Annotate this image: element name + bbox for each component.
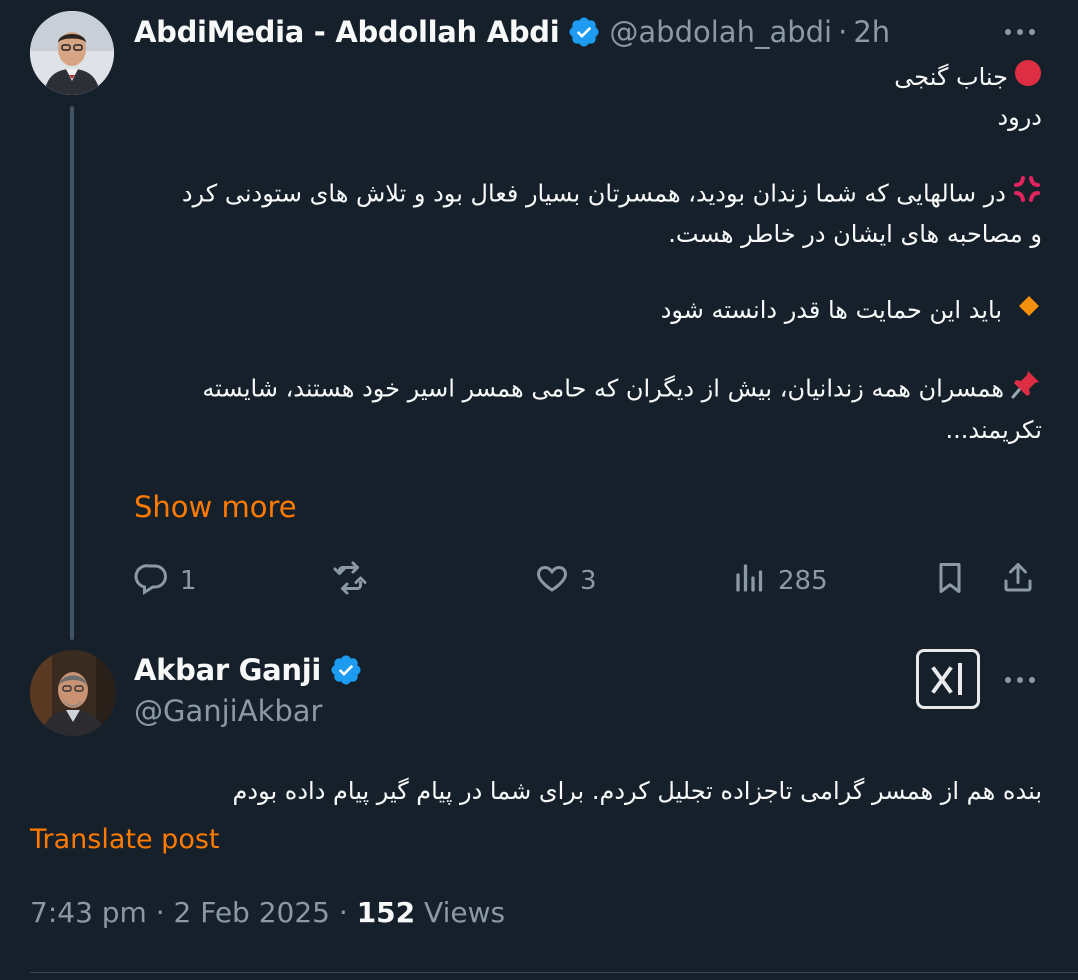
main-tweet-text: بنده هم از همسر گرامی تاجزاده تجلیل کردم… — [232, 777, 1042, 805]
post-timestamp[interactable]: 7:43 pm · 2 Feb 2025 · — [30, 896, 357, 929]
bookmark-button[interactable] — [932, 556, 968, 606]
separator-dot: · — [838, 15, 848, 49]
heart-icon — [534, 560, 570, 603]
translate-post-link[interactable]: Translate post — [30, 824, 220, 855]
views-chart-icon — [732, 560, 768, 603]
author-handle[interactable]: @abdolah_abdi — [609, 15, 832, 49]
views-button[interactable]: 285 — [732, 556, 828, 606]
post-time[interactable]: 2h — [853, 15, 890, 49]
like-button[interactable]: 3 — [534, 556, 597, 606]
author-name[interactable]: AbdiMedia - Abdollah Abdi — [134, 15, 560, 49]
repost-icon — [332, 560, 368, 603]
avatar-akbar-ganji[interactable] — [30, 650, 116, 736]
bookmark-icon — [932, 560, 968, 603]
orange-diamond-emoji-icon — [1016, 292, 1042, 330]
avatar-abdimedia[interactable] — [30, 11, 114, 95]
show-more-link[interactable]: Show more — [134, 490, 297, 524]
views-label: Views — [415, 896, 506, 929]
grok-icon[interactable] — [916, 649, 980, 709]
pushpin-emoji-icon — [1010, 368, 1042, 411]
divider — [30, 972, 1078, 973]
tweet-line: باید این حمایت ها قدر دانسته شود — [134, 291, 1042, 330]
tweet-line: تکریمند... — [945, 415, 1042, 444]
post-metadata: 7:43 pm · 2 Feb 2025 · 152 Views — [30, 896, 505, 929]
reply-count: 1 — [180, 566, 197, 596]
verified-badge-icon — [329, 653, 363, 687]
share-button[interactable] — [1000, 556, 1036, 606]
red-circle-emoji-icon — [1014, 59, 1042, 98]
share-icon — [1000, 560, 1036, 603]
anger-symbol-emoji-icon — [1012, 174, 1042, 215]
more-dots-icon[interactable] — [1000, 12, 1040, 52]
tweet-line: و مصاحبه های ایشان در خاطر هست. — [668, 219, 1042, 248]
repost-button[interactable] — [332, 556, 378, 606]
tweet-line: در سالهایی که شما زندان بودید، همسرتان ب… — [134, 174, 1042, 215]
tweet-actions-bar: 1 3 285 — [134, 556, 1044, 606]
reply-button[interactable]: 1 — [134, 556, 197, 606]
reply-icon — [134, 560, 170, 603]
parent-tweet-text: جناب گنجی درود در سالهایی که شما زندان ب… — [134, 58, 1042, 449]
parent-tweet-header: AbdiMedia - Abdollah Abdi @abdolah_abdi … — [134, 10, 890, 54]
main-tweet-header: Akbar Ganji @GanjiAkbar — [134, 650, 363, 728]
tweet-line: درود — [997, 102, 1042, 131]
tweet-line: جناب گنجی — [134, 58, 1042, 98]
more-dots-icon[interactable] — [1000, 660, 1040, 700]
verified-badge-icon — [567, 15, 601, 49]
thread-connector-line — [70, 106, 74, 640]
like-count: 3 — [580, 566, 597, 596]
views-count: 285 — [778, 566, 828, 596]
author-name[interactable]: Akbar Ganji — [134, 653, 321, 687]
tweet-thread: AbdiMedia - Abdollah Abdi @abdolah_abdi … — [0, 0, 1078, 980]
author-handle[interactable]: @GanjiAkbar — [134, 694, 363, 728]
views-number: 152 — [356, 896, 416, 929]
tweet-line: همسران همه زندانیان، بیش از دیگران که حا… — [134, 368, 1042, 411]
